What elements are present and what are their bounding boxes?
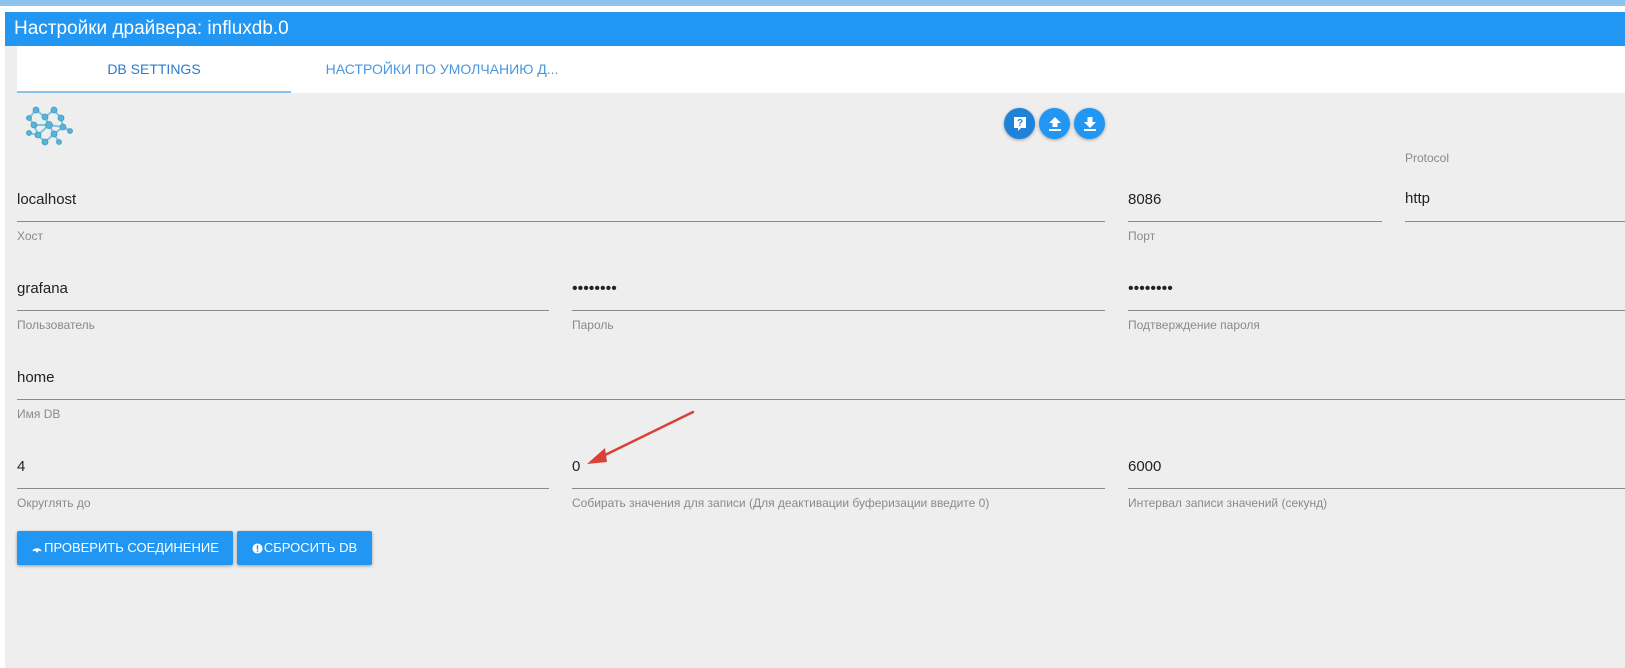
password-input[interactable]: •••••••• bbox=[572, 278, 1105, 300]
round-label: Округлять до bbox=[17, 496, 91, 510]
user-label: Пользователь bbox=[17, 318, 95, 332]
influxdb-logo-icon bbox=[26, 106, 73, 146]
test-connection-label: ПРОВЕРИТЬ СОЕДИНЕНИЕ bbox=[44, 540, 219, 555]
signal-icon bbox=[32, 548, 42, 553]
tab-db-settings-label: DB SETTINGS bbox=[107, 61, 201, 77]
download-button[interactable] bbox=[1074, 108, 1105, 139]
password-confirm-underline bbox=[1128, 310, 1625, 311]
port-input[interactable]: 8086 bbox=[1128, 189, 1382, 211]
reset-db-label: СБРОСИТЬ DB bbox=[263, 540, 358, 555]
tab-default-settings-label: НАСТРОЙКИ ПО УМОЛЧАНИЮ Д... bbox=[325, 61, 559, 77]
alert-icon bbox=[252, 542, 263, 554]
flush-interval-input[interactable]: 6000 bbox=[1128, 456, 1625, 478]
port-label: Порт bbox=[1128, 229, 1156, 243]
host-label: Хост bbox=[17, 229, 44, 243]
active-tab-indicator bbox=[17, 91, 291, 93]
user-input[interactable]: grafana bbox=[17, 278, 549, 300]
password-underline bbox=[572, 310, 1105, 311]
annotation-arrow bbox=[587, 410, 695, 464]
dbname-underline bbox=[17, 399, 1625, 400]
upload-button[interactable] bbox=[1039, 108, 1070, 139]
dialog-title: Настройки драйвера: influxdb.0 bbox=[5, 12, 1625, 46]
password-confirm-input[interactable]: •••••••• bbox=[1128, 278, 1625, 300]
reset-db-button[interactable]: СБРОСИТЬ DB bbox=[237, 531, 372, 565]
download-icon bbox=[1083, 116, 1096, 131]
buffer-max-underline bbox=[572, 488, 1105, 489]
protocol-label: Protocol bbox=[1405, 151, 1450, 165]
protocol-underline bbox=[1405, 221, 1625, 222]
port-underline bbox=[1128, 221, 1382, 222]
flush-interval-label: Интервал записи значений (секунд) bbox=[1128, 496, 1328, 510]
dbname-label: Имя DB bbox=[17, 407, 61, 421]
host-underline bbox=[17, 221, 1105, 222]
svg-text:?: ? bbox=[1016, 118, 1022, 129]
buffer-max-label: Собирать значения для записи (Для деакти… bbox=[572, 496, 990, 510]
test-connection-button[interactable]: ПРОВЕРИТЬ СОЕДИНЕНИЕ bbox=[17, 531, 233, 565]
host-input[interactable]: localhost bbox=[17, 189, 1105, 211]
round-input[interactable]: 4 bbox=[17, 456, 549, 478]
user-underline bbox=[17, 310, 549, 311]
help-button[interactable]: ? bbox=[1004, 108, 1035, 139]
tab-bar: DB SETTINGS НАСТРОЙКИ ПО УМОЛЧАНИЮ Д... bbox=[17, 46, 1625, 93]
protocol-value[interactable]: http bbox=[1405, 188, 1625, 210]
help-question-icon: ? bbox=[1013, 116, 1026, 131]
password-confirm-label: Подтверждение пароля bbox=[1128, 318, 1260, 332]
password-label: Пароль bbox=[572, 318, 614, 332]
tab-default-settings[interactable]: НАСТРОЙКИ ПО УМОЛЧАНИЮ Д... bbox=[291, 46, 593, 93]
driver-settings-dialog: Настройки драйвера: influxdb.0 DB SETTIN… bbox=[5, 12, 1625, 668]
tab-db-settings[interactable]: DB SETTINGS bbox=[17, 46, 291, 93]
dbname-input[interactable]: home bbox=[17, 367, 1625, 389]
flush-interval-underline bbox=[1128, 488, 1625, 489]
round-underline bbox=[17, 488, 549, 489]
upload-icon bbox=[1048, 116, 1061, 131]
